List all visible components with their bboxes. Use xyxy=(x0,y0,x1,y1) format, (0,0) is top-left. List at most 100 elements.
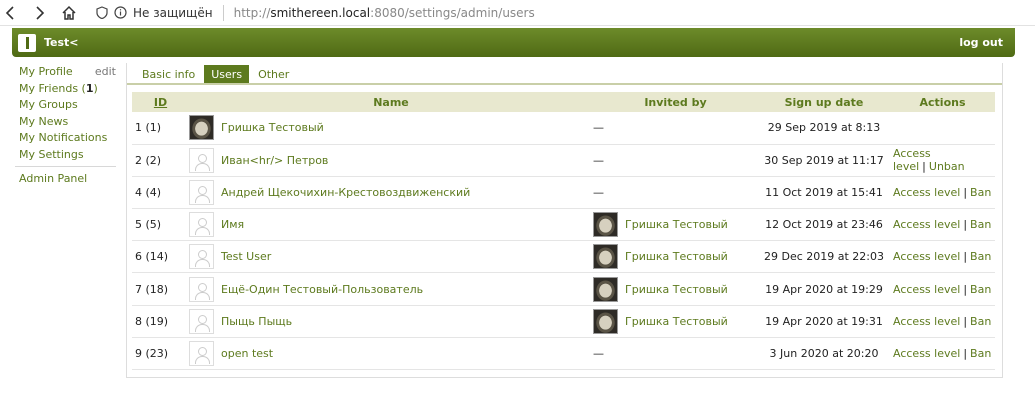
user-name-link[interactable]: Иван<hr/> Петров xyxy=(221,154,328,167)
table-row: 5 (5) Имя Гришка Тестовый 12 Oct 2019 at 23… xyxy=(132,208,995,242)
no-inviter: — xyxy=(593,346,604,360)
ban-link[interactable]: Ban xyxy=(970,315,991,328)
url-divider xyxy=(222,4,224,21)
avatar[interactable] xyxy=(189,340,214,366)
avatar[interactable] xyxy=(189,147,214,173)
table-row: 2 (2) Иван<hr/> Петров — 30 Sep 2019 at 11:… xyxy=(132,144,995,177)
access-level-link[interactable]: Access level xyxy=(893,250,960,263)
no-inviter: — xyxy=(593,185,604,199)
settings-tabs: Basic info Users Other xyxy=(135,65,298,85)
inviter-avatar[interactable] xyxy=(593,276,618,302)
logo-icon[interactable] xyxy=(18,33,36,52)
avatar[interactable] xyxy=(189,308,214,334)
cell-actions: Access level | Ban xyxy=(890,305,995,338)
avatar[interactable] xyxy=(189,276,214,302)
menu-item-groups[interactable]: My Groups xyxy=(19,97,116,114)
tab-other[interactable]: Other xyxy=(251,65,296,84)
menu-divider xyxy=(15,166,116,167)
shield-icon xyxy=(96,6,108,19)
menu-item-settings[interactable]: My Settings xyxy=(19,147,116,164)
table-row: 9 (23) open test — 3 Jun 2020 at 20:20 Acces… xyxy=(132,337,995,371)
ban-link[interactable]: Ban xyxy=(970,186,991,199)
header-actions: Actions xyxy=(890,92,995,112)
cell-signup-date: 19 Apr 2020 at 19:29 xyxy=(758,272,890,306)
home-icon[interactable] xyxy=(58,2,80,24)
inviter-link[interactable]: Гришка Тестовый xyxy=(625,315,728,328)
menu-item-friends[interactable]: My Friends (1) xyxy=(19,81,116,98)
menu-notifications-label: My Notifications xyxy=(19,131,108,144)
menu-admin-label: Admin Panel xyxy=(19,172,88,185)
user-name-link[interactable]: Андрей Щекочихин-Крестовоздвиженский xyxy=(221,186,470,199)
site-name[interactable]: Test< xyxy=(44,36,79,49)
access-level-link[interactable]: Access level xyxy=(893,186,960,199)
cell-actions: Access level | Ban xyxy=(890,208,995,242)
cell-signup-date: 30 Sep 2019 at 11:17 xyxy=(758,144,890,177)
forward-icon[interactable] xyxy=(28,2,50,24)
cell-signup-date: 11 Oct 2019 at 15:41 xyxy=(758,176,890,210)
menu-item-profile: My Profile edit xyxy=(19,64,116,81)
tab-users[interactable]: Users xyxy=(204,65,250,84)
menu-friends-close: ) xyxy=(93,81,98,95)
user-name-link[interactable]: open test xyxy=(221,347,273,360)
menu-profile-link[interactable]: My Profile xyxy=(19,64,73,81)
cell-signup-date: 29 Sep 2019 at 8:13 xyxy=(758,112,890,145)
info-icon[interactable] xyxy=(114,6,127,19)
address-bar[interactable]: Не защищён http://smithereen.local:8080/… xyxy=(96,2,535,24)
inviter-avatar[interactable] xyxy=(593,308,618,334)
menu-item-admin[interactable]: Admin Panel xyxy=(19,171,116,188)
cell-actions: Access level | Ban xyxy=(890,337,995,371)
header-id[interactable]: ID xyxy=(132,92,189,112)
access-level-link[interactable]: Access level xyxy=(893,218,960,231)
user-name-link[interactable]: Гришка Тестовый xyxy=(221,121,324,134)
no-inviter: — xyxy=(593,153,604,167)
admin-content-panel: Basic info Users Other ID Name Invited b… xyxy=(126,63,1003,378)
cell-invited-by: Гришка Тестовый xyxy=(593,272,758,306)
cell-id: 8 (19) xyxy=(132,305,189,338)
access-level-link[interactable]: Access level xyxy=(893,283,960,296)
cell-actions: Access level | Ban xyxy=(890,176,995,210)
user-name-link[interactable]: Пыщь Пыщь xyxy=(221,315,292,328)
cell-name: Имя xyxy=(189,208,593,242)
cell-signup-date: 3 Jun 2020 at 20:20 xyxy=(758,337,890,371)
user-name-link[interactable]: Ещё-Один Тестовый-Пользователь xyxy=(221,283,423,296)
cell-invited-by: Гришка Тестовый xyxy=(593,240,758,274)
logout-link[interactable]: log out xyxy=(959,36,1003,49)
avatar[interactable] xyxy=(189,212,214,238)
tab-basic-info[interactable]: Basic info xyxy=(135,65,202,84)
inviter-link[interactable]: Гришка Тестовый xyxy=(625,250,728,263)
ban-link[interactable]: Ban xyxy=(970,250,991,263)
cell-id: 4 (4) xyxy=(132,176,189,210)
avatar[interactable] xyxy=(189,115,214,141)
access-level-link[interactable]: Access level xyxy=(893,315,960,328)
action-separator: | xyxy=(963,282,968,296)
access-level-link[interactable]: Access level xyxy=(893,347,960,360)
user-name-link[interactable]: Test User xyxy=(221,250,271,263)
avatar[interactable] xyxy=(189,179,214,205)
user-name-link[interactable]: Имя xyxy=(221,218,244,231)
table-row: 7 (18) Ещё-Один Тестовый-Пользователь Гриш… xyxy=(132,272,995,306)
menu-groups-label: My Groups xyxy=(19,98,78,111)
edit-profile-link[interactable]: edit xyxy=(95,64,116,81)
url-path: :8080/settings/admin/users xyxy=(370,5,535,20)
inviter-avatar[interactable] xyxy=(593,212,618,238)
inviter-link[interactable]: Гришка Тестовый xyxy=(625,218,728,231)
inviter-link[interactable]: Гришка Тестовый xyxy=(625,283,728,296)
action-separator: | xyxy=(963,185,968,199)
menu-item-notifications[interactable]: My Notifications xyxy=(19,130,116,147)
back-icon[interactable] xyxy=(0,2,22,24)
ban-link[interactable]: Ban xyxy=(970,218,991,231)
site-header: Test< log out xyxy=(12,28,1015,57)
action-separator: | xyxy=(922,160,926,174)
avatar[interactable] xyxy=(189,244,214,270)
cell-signup-date: 29 Dec 2019 at 22:03 xyxy=(758,240,890,274)
action-separator: | xyxy=(963,218,968,232)
cell-invited-by: Гришка Тестовый xyxy=(593,305,758,338)
friends-count: 1 xyxy=(85,81,94,95)
menu-item-news[interactable]: My News xyxy=(19,114,116,131)
ban-link[interactable]: Ban xyxy=(970,283,991,296)
cell-actions xyxy=(890,112,995,145)
ban-link[interactable]: Unban xyxy=(929,160,965,173)
cell-invited-by: — xyxy=(593,112,758,145)
inviter-avatar[interactable] xyxy=(593,244,618,270)
ban-link[interactable]: Ban xyxy=(970,347,991,360)
